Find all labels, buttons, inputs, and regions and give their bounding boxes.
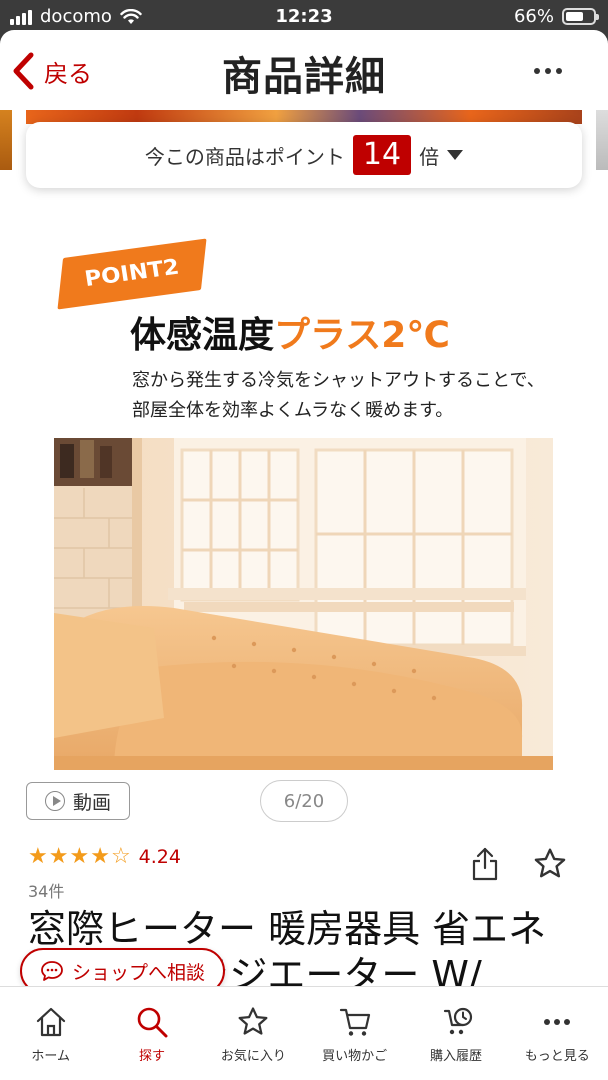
play-icon <box>44 791 65 811</box>
rating-row[interactable]: ★ ★ ★ ★ ☆ 4.24 <box>28 846 181 869</box>
nav-more[interactable]: もっと見る <box>507 987 608 1080</box>
nav-cart[interactable]: 買い物かご <box>304 987 405 1080</box>
status-right: 66% <box>513 6 599 27</box>
favorite-button[interactable] <box>532 846 568 886</box>
video-label: 動画 <box>72 791 111 814</box>
point-badge: POINT2 <box>57 238 207 310</box>
chat-icon <box>41 961 63 981</box>
feature-heading-main: 体感温度 <box>130 315 275 356</box>
star-filled-icon: ★ <box>90 844 110 869</box>
more-options-button[interactable] <box>534 68 562 74</box>
room-illustration <box>54 438 553 770</box>
share-icon <box>472 847 498 881</box>
nav-search[interactable]: 探す <box>101 987 202 1080</box>
nav-history-label: 購入履歴 <box>429 1049 482 1064</box>
nav-home-label: ホーム <box>31 1049 70 1064</box>
feature-desc-line1: 窓から発生する冷気をシャットアウトすることで、 <box>132 370 545 391</box>
share-button[interactable] <box>470 846 500 886</box>
caret-down-icon <box>447 150 464 160</box>
video-button[interactable]: 動画 <box>26 782 130 820</box>
review-count[interactable]: 34件 <box>28 878 64 902</box>
nav-cart-label: 買い物かご <box>322 1049 388 1064</box>
image-pager: 6/20 <box>260 780 348 822</box>
feature-description: 窓から発生する冷気をシャットアウトすることで、 部屋全体を効率よくムラなく暖めま… <box>132 366 545 426</box>
nav-search-label: 探す <box>138 1049 165 1064</box>
feature-desc-line2: 部屋全体を効率よくムラなく暖めます。 <box>132 400 454 421</box>
next-image-peek <box>596 110 608 170</box>
points-multiplier: 14 <box>352 135 412 175</box>
rating-stars: ★ ★ ★ ★ ☆ <box>28 846 131 868</box>
shop-consult-label: ショップへ相談 <box>71 961 205 984</box>
product-image-carousel[interactable]: 今この商品はポイント 14 倍 POINT2 体感温度プラス2℃ 窓から発生する… <box>0 110 608 770</box>
star-filled-icon: ★ <box>28 844 48 869</box>
cart-icon <box>339 1008 370 1036</box>
nav-more-label: もっと見る <box>524 1049 590 1064</box>
more-icon <box>544 1019 571 1025</box>
star-icon <box>238 1007 268 1035</box>
previous-image-peek <box>0 110 12 170</box>
history-icon <box>443 1007 473 1035</box>
nav-history[interactable]: 購入履歴 <box>405 987 506 1080</box>
feature-heading-accent: プラス2℃ <box>274 315 450 356</box>
header: 戻る 商品詳細 <box>0 30 608 110</box>
nav-favorites-label: お気に入り <box>220 1049 286 1064</box>
feature-heading: 体感温度プラス2℃ <box>130 306 450 358</box>
points-banner[interactable]: 今この商品はポイント 14 倍 <box>26 122 582 188</box>
status-bar: docomo 12:23 66% <box>0 0 608 34</box>
product-detail-sheet: 戻る 商品詳細 今この商品はポイント 14 倍 POINT2 体感温度プラス2℃… <box>0 30 608 1080</box>
nav-home[interactable]: ホーム <box>0 987 101 1080</box>
product-title-line1: 窓際ヒーター 暖房器具 省エネ <box>28 907 547 951</box>
page-title: 商品詳細 <box>222 54 386 100</box>
points-suffix: 倍 <box>419 144 440 169</box>
star-empty-icon: ☆ <box>110 844 131 869</box>
battery-fill <box>566 12 583 21</box>
home-icon <box>36 1007 65 1037</box>
rating-value: 4.24 <box>138 846 181 868</box>
battery-percent: 66% <box>513 6 554 27</box>
nav-favorites[interactable]: お気に入り <box>203 987 304 1080</box>
battery-icon <box>562 8 599 25</box>
star-filled-icon: ★ <box>69 844 90 869</box>
points-prefix: 今この商品はポイント <box>144 144 345 169</box>
star-filled-icon: ★ <box>48 844 69 869</box>
star-outline-icon <box>534 848 566 878</box>
point-badge-label: POINT2 <box>83 255 181 292</box>
search-icon <box>137 1007 168 1038</box>
product-photo <box>54 438 553 770</box>
bottom-nav: ホーム 探す お気に入り 買い物かご 購入履歴 もっと見る <box>0 986 608 1080</box>
